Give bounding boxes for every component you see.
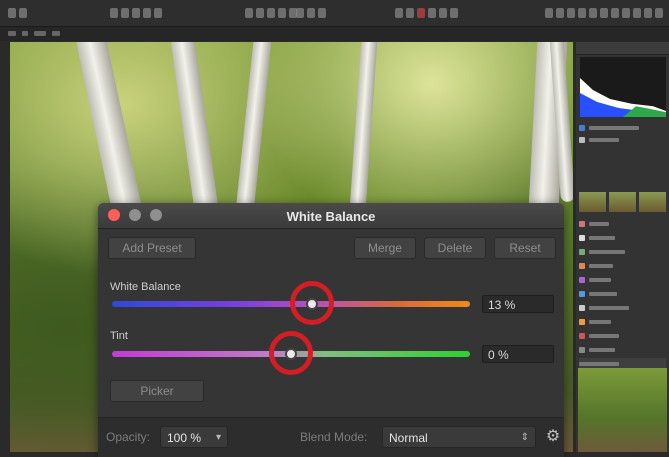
reset-button[interactable]: Reset [494, 237, 556, 259]
tint-value-field[interactable]: 0 % [482, 345, 554, 363]
blend-mode-label: Blend Mode: [300, 430, 368, 444]
dialog-bottom-bar: Opacity: 100 % ▾ Blend Mode: Normal ⇕ ⚙ [98, 417, 564, 457]
add-preset-button[interactable]: Add Preset [108, 237, 196, 259]
adjustment-item[interactable] [579, 260, 666, 271]
context-toolbar [0, 27, 669, 41]
panel-row[interactable] [579, 122, 666, 133]
opacity-dropdown[interactable]: 100 % ▾ [160, 426, 228, 448]
right-studio-panel [576, 42, 669, 452]
panel-tabs[interactable] [576, 42, 669, 55]
adjustment-item[interactable] [579, 274, 666, 285]
main-toolbar [0, 0, 669, 27]
gear-icon[interactable]: ⚙ [544, 428, 562, 446]
chevron-down-icon: ▾ [215, 432, 221, 443]
blend-mode-value: Normal [389, 431, 428, 445]
opacity-label: Opacity: [106, 430, 151, 444]
histogram [580, 57, 666, 117]
delete-button[interactable]: Delete [424, 237, 486, 259]
adjustment-item[interactable] [579, 232, 666, 243]
adjustment-item[interactable] [579, 316, 666, 327]
adjustment-item[interactable] [579, 330, 666, 341]
adjustment-item[interactable] [579, 218, 666, 229]
adjustment-presets[interactable] [579, 192, 666, 212]
tint-label: Tint [110, 330, 128, 342]
dialog-title: White Balance [286, 209, 376, 224]
merge-button[interactable]: Merge [354, 237, 416, 259]
toolbar-group-persona[interactable] [110, 8, 162, 18]
toolbar-group-color[interactable] [395, 8, 458, 18]
toolbar-group-right[interactable] [545, 8, 663, 18]
adjustment-item[interactable] [579, 288, 666, 299]
white-balance-dialog: White Balance Add Preset Merge Delete Re… [98, 203, 564, 457]
navigator-thumbnail[interactable] [578, 368, 667, 452]
tint-slider-handle[interactable] [285, 348, 297, 360]
blend-mode-dropdown[interactable]: Normal ⇕ [382, 426, 536, 448]
opacity-value: 100 % [167, 431, 202, 445]
adjustment-item[interactable] [579, 302, 666, 313]
toolbar-group-mode[interactable] [296, 8, 326, 18]
picker-button[interactable]: Picker [110, 380, 204, 402]
adjustment-item[interactable] [579, 344, 666, 355]
updown-chevron-icon: ⇕ [520, 432, 529, 443]
white-balance-label: White Balance [110, 281, 181, 293]
white-balance-value-field[interactable]: 13 % [482, 295, 554, 313]
adjustment-item[interactable] [579, 246, 666, 257]
toolbar-group-left[interactable] [8, 8, 27, 18]
panel-row[interactable] [579, 134, 666, 145]
dialog-titlebar[interactable]: White Balance [98, 203, 564, 229]
toolbar-group-view[interactable] [245, 8, 297, 18]
